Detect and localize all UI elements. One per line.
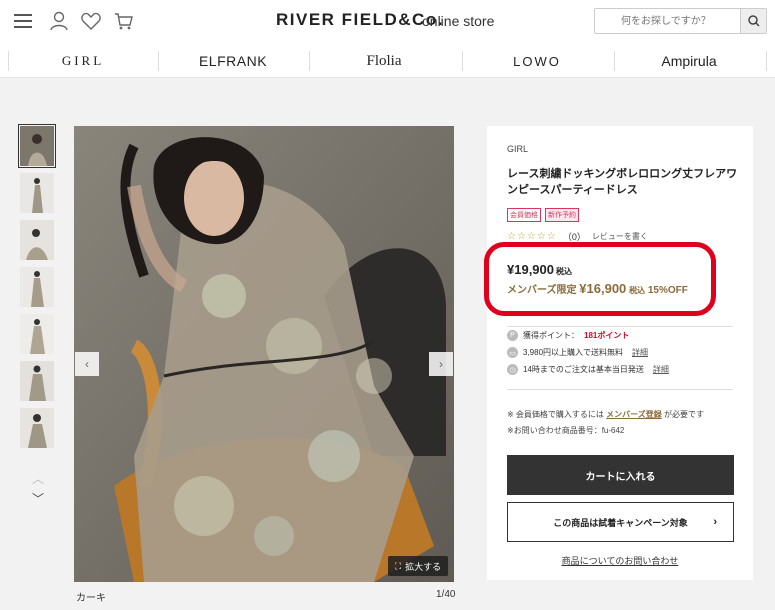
brand-link-girl[interactable]: GIRL (8, 44, 158, 78)
member-price: メンバーズ限定 ¥16,900 税込 15%OFF (507, 281, 688, 296)
rating-count: （0） (562, 232, 586, 242)
points-icon: P (507, 330, 518, 341)
zoom-label: 拡大する (405, 561, 442, 572)
price-value: ¥19,900 (507, 262, 554, 277)
user-icon[interactable] (48, 10, 70, 32)
search-button[interactable] (740, 9, 766, 33)
cart-icon[interactable] (113, 10, 135, 32)
member-note: ※ 会員価格で購入するには メンバーズ登録 が必要です (507, 409, 704, 420)
thumbnail-4[interactable] (20, 267, 54, 307)
member-price-tag: 会員価格 (507, 208, 541, 222)
product-title: レース刺繍ドッキングボレロロング丈フレアワンピースパーティードレス (507, 168, 738, 196)
site-header: RIVER FIELD&Co. online store (0, 0, 775, 44)
member-register-link[interactable]: メンバーズ登録 (606, 410, 662, 419)
image-counter: 1/40 (436, 589, 456, 600)
site-logo-subtitle: online store (422, 13, 495, 29)
trial-campaign-label: この商品は試着キャンペーン対象 (553, 517, 688, 528)
thumbnail-1[interactable] (18, 124, 56, 168)
add-to-cart-button[interactable]: カートに入れる (507, 455, 734, 495)
member-price-tax: 税込 (629, 286, 646, 295)
search-box (594, 8, 767, 34)
dispatch-text: 14時までのご注文は基本当日発送 (523, 365, 644, 374)
dispatch-detail-link[interactable]: 詳細 (653, 364, 669, 375)
member-note-prefix: ※ 会員価格で購入するには (507, 410, 604, 419)
rating-row: ☆☆☆☆☆ （0） レビューを書く (507, 230, 648, 243)
price-block: ¥19,900 税込 メンバーズ限定 ¥16,900 税込 15%OFF (507, 262, 688, 296)
product-inquiry-link[interactable]: 商品についてのお問い合わせ (487, 554, 753, 567)
thumbnail-5[interactable] (20, 314, 54, 354)
inquiry-code: ※お問い合わせ商品番号：fu-642 (507, 426, 625, 435)
model-photo (74, 126, 454, 582)
brand-link-elfrank[interactable]: ELFRANK (158, 44, 308, 78)
points-prefix: 獲得ポイント： (523, 331, 579, 340)
truck-icon: ▭ (507, 347, 518, 358)
brand-divider (766, 51, 767, 71)
color-label: カーキ (76, 593, 106, 604)
write-review-link[interactable]: レビューを書く (592, 231, 648, 242)
chevron-right-icon: › (713, 516, 717, 528)
discount-badge: 15%OFF (647, 285, 688, 296)
new-preorder-tag: 新作予約 (545, 208, 579, 222)
member-note-suffix: が必要です (664, 410, 705, 419)
chevron-right-icon: › (439, 357, 443, 371)
expand-icon: ⛶ (394, 560, 402, 571)
points-row: P 獲得ポイント： 181ポイント (507, 330, 629, 341)
regular-price: ¥19,900 税込 (507, 262, 688, 277)
product-tags: 会員価格 新作予約 (507, 208, 579, 222)
thumbnail-scroll-up-icon[interactable]: ︿ (31, 470, 45, 486)
clock-icon: ◷ (507, 364, 518, 375)
trial-campaign-button[interactable]: この商品は試着キャンペーン対象 › (507, 502, 734, 542)
product-info-panel: GIRL レース刺繍ドッキングボレロロング丈フレアワンピースパーティードレス 会… (487, 126, 753, 580)
divider (507, 326, 733, 327)
product-brand[interactable]: GIRL (507, 144, 528, 154)
heart-icon[interactable] (80, 10, 102, 32)
thumbnail-2[interactable] (20, 173, 54, 213)
site-logo[interactable]: RIVER FIELD&Co. (276, 10, 444, 30)
price-tax-label: 税込 (556, 267, 572, 276)
thumbnail-6[interactable] (20, 361, 54, 401)
member-price-value: ¥16,900 (579, 281, 627, 296)
next-image-button[interactable]: › (429, 352, 453, 376)
thumbnail-3[interactable] (20, 220, 54, 260)
search-input[interactable] (595, 9, 741, 33)
thumbnail-scroll-down-icon[interactable]: ﹀ (31, 490, 45, 506)
points-value: 181ポイント (584, 331, 630, 340)
rating-stars-icon: ☆☆☆☆☆ (507, 231, 557, 242)
chevron-left-icon: ‹ (85, 357, 89, 371)
brand-link-lowo[interactable]: LOWO (462, 44, 612, 78)
shipping-text: 3,980円以上購入で送料無料 (523, 348, 624, 357)
thumbnail-7[interactable] (20, 408, 54, 448)
brand-link-flolia[interactable]: Flolia (309, 44, 459, 78)
divider (507, 389, 733, 390)
shipping-detail-link[interactable]: 詳細 (632, 347, 648, 358)
shipping-row: ▭ 3,980円以上購入で送料無料 詳細 (507, 347, 648, 358)
zoom-button[interactable]: ⛶ 拡大する (388, 556, 448, 576)
prev-image-button[interactable]: ‹ (75, 352, 99, 376)
main-product-image[interactable] (74, 126, 454, 582)
dispatch-row: ◷ 14時までのご注文は基本当日発送 詳細 (507, 364, 669, 375)
brand-link-ampirula[interactable]: Ampirula (614, 44, 764, 78)
brand-navigation: GIRL ELFRANK Flolia LOWO Ampirula (0, 44, 775, 78)
search-icon (748, 15, 760, 27)
member-price-label: メンバーズ限定 (507, 285, 577, 296)
menu-icon[interactable] (12, 10, 34, 32)
